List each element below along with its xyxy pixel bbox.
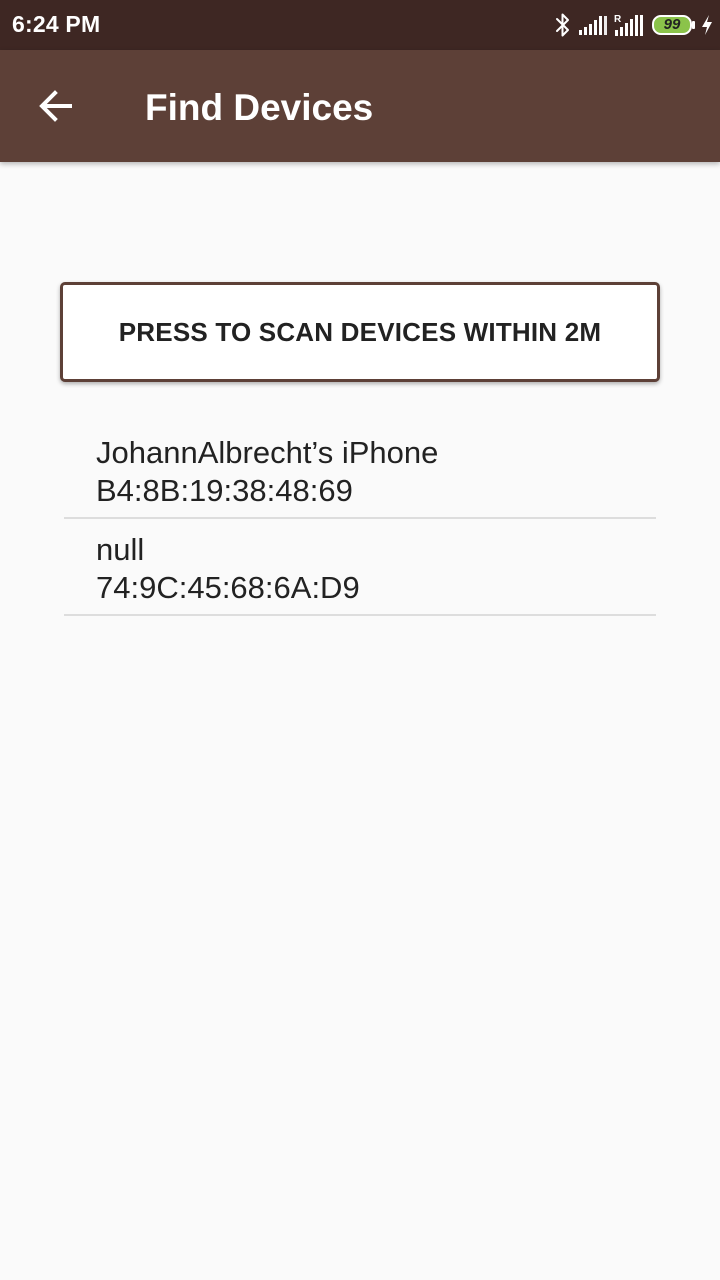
bluetooth-icon — [554, 12, 572, 38]
status-time: 6:24 PM — [12, 11, 101, 37]
device-name: JohannAlbrecht’s iPhone — [96, 435, 439, 470]
status-bar: 6:24 PM R 99 — [0, 0, 720, 50]
device-list-item[interactable]: null 74:9C:45:68:6A:D9 — [64, 519, 656, 616]
device-list-item[interactable]: JohannAlbrecht’s iPhone B4:8B:19:38:48:6… — [64, 422, 656, 519]
signal-icon — [578, 14, 608, 36]
status-icons: R 99 — [554, 10, 714, 40]
device-mac-address: B4:8B:19:38:48:69 — [96, 473, 353, 508]
back-button[interactable] — [28, 80, 84, 136]
device-list: JohannAlbrecht’s iPhone B4:8B:19:38:48:6… — [64, 422, 656, 616]
roaming-signal-icon: R — [614, 13, 644, 37]
battery-icon: 99 — [652, 15, 696, 35]
device-mac-address: 74:9C:45:68:6A:D9 — [96, 570, 360, 605]
svg-text:R: R — [614, 14, 622, 25]
page-title: Find Devices — [145, 87, 374, 128]
app-bar: Find Devices — [0, 50, 720, 162]
scan-button-label: PRESS TO SCAN DEVICES WITHIN 2M — [118, 316, 602, 347]
scan-devices-button[interactable]: PRESS TO SCAN DEVICES WITHIN 2M — [60, 282, 660, 382]
device-name: null — [96, 532, 145, 567]
back-arrow-icon — [38, 88, 74, 129]
charging-icon — [700, 14, 714, 36]
battery-level: 99 — [663, 16, 681, 33]
